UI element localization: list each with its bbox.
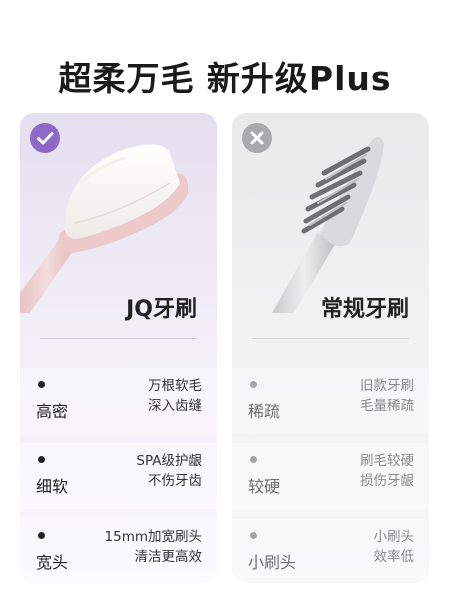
bullet-icon bbox=[38, 381, 45, 388]
feature-description: 刷毛较硬 损伤牙龈 bbox=[360, 453, 414, 489]
feature-description: 旧款牙刷 毛量稀疏 bbox=[360, 378, 414, 414]
divider bbox=[40, 338, 197, 339]
bullet-icon bbox=[250, 532, 257, 539]
bullet-icon bbox=[250, 456, 257, 463]
cross-badge bbox=[242, 123, 272, 153]
feature-row: 细软 SPA级护龈 不伤牙齿 bbox=[20, 443, 217, 509]
feature-row: 小刷头 小刷头 效率低 bbox=[232, 519, 429, 583]
divider bbox=[252, 338, 409, 339]
bullet-icon bbox=[250, 381, 257, 388]
check-badge bbox=[30, 123, 60, 153]
check-icon bbox=[37, 132, 54, 145]
feature-row: 稀疏 旧款牙刷 毛量稀疏 bbox=[232, 368, 429, 434]
headline: 超柔万毛 新升级Plus bbox=[58, 59, 392, 98]
feature-description: 15mm加宽刷头 清洁更高效 bbox=[104, 529, 202, 565]
jq-toothbrush-card: JQ牙刷 高密 万根软毛 深入齿缝 细软 SPA级护龈 不伤牙齿 宽头 15mm… bbox=[20, 113, 217, 583]
feature-row: 宽头 15mm加宽刷头 清洁更高效 bbox=[20, 519, 217, 583]
feature-description: 小刷头 效率低 bbox=[373, 529, 415, 565]
bullet-icon bbox=[38, 532, 45, 539]
feature-description: 万根软毛 深入齿缝 bbox=[148, 378, 202, 414]
regular-toothbrush-card: 常规牙刷 稀疏 旧款牙刷 毛量稀疏 较硬 刷毛较硬 损伤牙龈 小刷头 小刷头 效… bbox=[232, 113, 429, 583]
bullet-icon bbox=[38, 456, 45, 463]
feature-row: 较硬 刷毛较硬 损伤牙龈 bbox=[232, 443, 429, 509]
cross-icon bbox=[250, 131, 264, 145]
card-title: JQ牙刷 bbox=[126, 297, 197, 322]
feature-row: 高密 万根软毛 深入齿缝 bbox=[20, 368, 217, 434]
card-title: 常规牙刷 bbox=[320, 297, 409, 322]
feature-description: SPA级护龈 不伤牙齿 bbox=[136, 453, 202, 489]
